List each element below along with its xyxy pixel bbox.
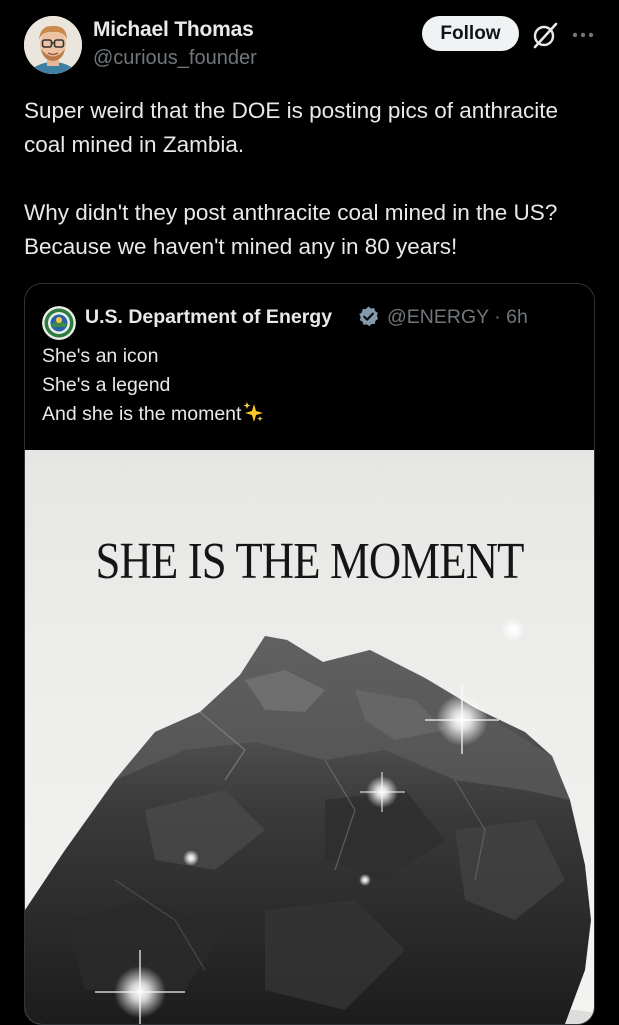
tweet-header: Michael Thomas @curious_founder Follow	[0, 0, 619, 90]
verified-badge-icon	[357, 305, 380, 328]
tweet-paragraph: Super weird that the DOE is posting pics…	[24, 98, 559, 157]
author-avatar[interactable]	[24, 16, 82, 74]
author-name[interactable]: Michael Thomas	[93, 18, 254, 42]
quote-media-image[interactable]: SHE IS THE MOMENT	[25, 450, 594, 1024]
quote-author-name[interactable]: U.S. Department of Energy	[85, 306, 332, 329]
quote-line: She's a legend	[42, 374, 171, 396]
quote-line-with-emoji: And she is the moment	[42, 400, 572, 429]
tweet-text: Super weird that the DOE is posting pics…	[24, 94, 594, 298]
quote-text: She's an icon She's a legend And she is …	[42, 342, 572, 429]
doe-seal-avatar[interactable]	[42, 306, 76, 340]
more-icon[interactable]	[570, 22, 596, 48]
quoted-tweet[interactable]: U.S. Department of Energy @ENERGY · 6h S…	[24, 283, 595, 1025]
quote-handle-time[interactable]: @ENERGY · 6h	[387, 306, 528, 329]
quote-line: And she is the moment	[42, 403, 242, 425]
follow-button[interactable]: Follow	[422, 16, 519, 51]
quote-line: She's an icon	[42, 345, 159, 367]
author-handle[interactable]: @curious_founder	[93, 47, 257, 70]
tweet-paragraph: Why didn't they post anthracite coal min…	[24, 200, 558, 259]
sparkles-emoji	[242, 401, 264, 423]
grok-icon[interactable]	[530, 20, 560, 50]
coal-rock-image	[25, 618, 594, 1024]
